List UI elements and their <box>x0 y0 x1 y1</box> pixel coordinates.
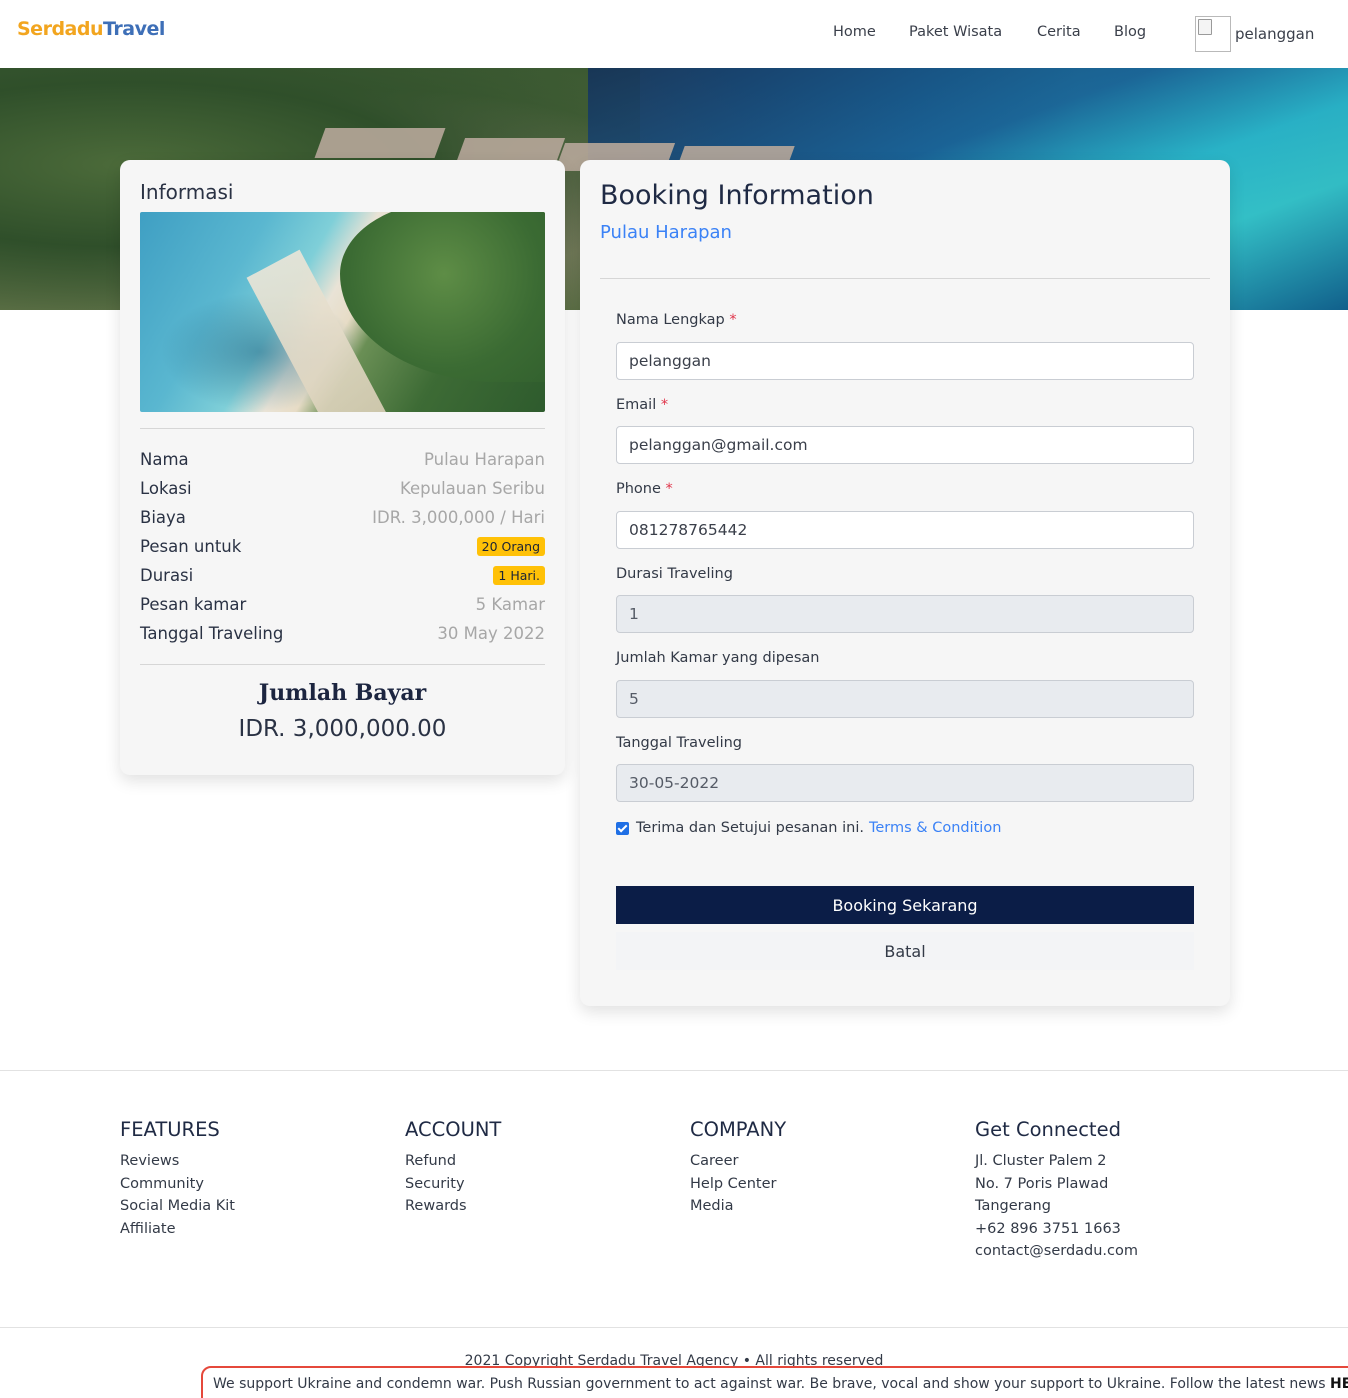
duration-badge: 1 Hari. <box>493 566 545 585</box>
required-mark: * <box>660 397 669 413</box>
footer-link-rewards[interactable]: Rewards <box>405 1195 501 1218</box>
footer-company: COMPANY Career Help Center Media <box>690 1118 786 1218</box>
info-title: Informasi <box>140 180 234 204</box>
name-label: Nama Lengkap * <box>616 312 737 328</box>
footer-features: FEATURES Reviews Community Social Media … <box>120 1118 235 1240</box>
phone-label: Phone * <box>616 481 673 497</box>
broken-image-icon <box>1195 16 1231 52</box>
user-menu[interactable]: pelanggan <box>1195 16 1314 52</box>
pay-amount: IDR. 3,000,000.00 <box>238 716 447 742</box>
rooms-label: Jumlah Kamar yang dipesan <box>616 650 820 666</box>
people-badge: 20 Orang <box>476 537 545 556</box>
booking-card: Booking Information Pulau Harapan Nama L… <box>580 160 1230 1006</box>
footer-phone: +62 896 3751 1663 <box>975 1220 1121 1237</box>
info-label: Durasi <box>140 566 194 585</box>
info-value: Kepulauan Seribu <box>400 479 545 498</box>
brand-logo[interactable]: SerdaduTravel <box>17 18 165 40</box>
info-divider <box>140 428 545 429</box>
footer-address-line: Tangerang <box>975 1198 1051 1214</box>
duration-field: 1 <box>616 595 1194 633</box>
footer-link-refund[interactable]: Refund <box>405 1150 501 1173</box>
nav-blog[interactable]: Blog <box>1114 24 1146 40</box>
name-label-text: Nama Lengkap <box>616 312 725 328</box>
agree-text: Terima dan Setujui pesanan ini. <box>636 820 864 836</box>
phone-field[interactable]: 081278765442 <box>616 511 1194 549</box>
footer-connected: Get Connected Jl. Cluster Palem 2 No. 7 … <box>975 1118 1138 1263</box>
info-value: IDR. 3,000,000 / Hari <box>372 508 545 527</box>
footer-link-community[interactable]: Community <box>120 1173 235 1196</box>
footer-heading: COMPANY <box>690 1118 787 1141</box>
info-label: Pesan kamar <box>140 595 247 614</box>
brand-logo-part1: Serdadu <box>17 18 104 40</box>
booking-submit-button[interactable]: Booking Sekarang <box>616 886 1194 924</box>
booking-title: Booking Information <box>600 180 874 211</box>
footer-link-help-center[interactable]: Help Center <box>690 1173 786 1196</box>
footer-link-career[interactable]: Career <box>690 1150 786 1173</box>
info-row-pesan-untuk: Pesan untuk 20 Orang <box>140 532 545 561</box>
info-row-biaya: Biaya IDR. 3,000,000 / Hari <box>140 503 545 532</box>
info-label: Nama <box>140 450 189 469</box>
footer-link-media[interactable]: Media <box>690 1195 786 1218</box>
info-value: Pulau Harapan <box>424 450 545 469</box>
footer-heading: FEATURES <box>120 1118 220 1141</box>
ukraine-banner-link[interactable]: HERE <box>1330 1376 1348 1392</box>
ukraine-banner-text: We support Ukraine and condemn war. Push… <box>213 1376 1326 1392</box>
info-divider <box>140 664 545 665</box>
rooms-field: 5 <box>616 680 1194 718</box>
phone-label-text: Phone <box>616 481 661 497</box>
date-label: Tanggal Traveling <box>616 735 742 751</box>
footer-divider <box>0 1070 1348 1071</box>
brand-logo-part2: Travel <box>103 18 165 40</box>
user-name: pelanggan <box>1235 25 1315 43</box>
destination-photo <box>140 212 545 412</box>
booking-divider <box>600 278 1210 279</box>
required-mark: * <box>665 481 673 497</box>
required-mark: * <box>729 312 737 328</box>
nav-paket-wisata[interactable]: Paket Wisata <box>909 24 1002 40</box>
photo-forest <box>340 212 545 382</box>
terms-link[interactable]: Terms & Condition <box>869 820 1001 836</box>
info-row-tanggal: Tanggal Traveling 30 May 2022 <box>140 619 545 648</box>
footer-divider <box>0 1327 1348 1328</box>
email-field[interactable]: pelanggan@gmail.com <box>616 426 1194 464</box>
info-label: Biaya <box>140 508 186 527</box>
hero-roof <box>314 128 446 158</box>
pay-title: Jumlah Bayar <box>258 680 427 706</box>
name-field[interactable]: pelanggan <box>616 342 1194 380</box>
footer-address-line: No. 7 Poris Plawad <box>975 1175 1109 1192</box>
footer-link-social-media-kit[interactable]: Social Media Kit <box>120 1195 235 1218</box>
footer-link-security[interactable]: Security <box>405 1173 501 1196</box>
info-label: Pesan untuk <box>140 537 242 556</box>
checkbox-checked-icon[interactable] <box>616 821 629 835</box>
date-field: 30-05-2022 <box>616 764 1194 802</box>
navbar: SerdaduTravel Home Paket Wisata Cerita B… <box>0 0 1348 68</box>
footer-address-line: Jl. Cluster Palem 2 <box>975 1153 1107 1169</box>
info-label: Lokasi <box>140 479 192 498</box>
info-label: Tanggal Traveling <box>140 624 284 643</box>
footer-heading: ACCOUNT <box>405 1118 502 1141</box>
footer-email[interactable]: contact@serdadu.com <box>975 1240 1138 1263</box>
nav-home[interactable]: Home <box>833 24 876 40</box>
email-label-text: Email <box>616 397 657 413</box>
nav-cerita[interactable]: Cerita <box>1037 24 1081 40</box>
info-value: 5 Kamar <box>475 595 545 614</box>
info-row-nama: Nama Pulau Harapan <box>140 445 545 474</box>
ukraine-support-banner: We support Ukraine and condemn war. Push… <box>201 1366 1348 1398</box>
footer-link-affiliate[interactable]: Affiliate <box>120 1218 235 1241</box>
info-row-lokasi: Lokasi Kepulauan Seribu <box>140 474 545 503</box>
footer-account: ACCOUNT Refund Security Rewards <box>405 1118 501 1218</box>
info-row-pesan-kamar: Pesan kamar 5 Kamar <box>140 590 545 619</box>
booking-destination: Pulau Harapan <box>600 222 732 243</box>
duration-label: Durasi Traveling <box>616 566 733 582</box>
footer-heading: Get Connected <box>975 1118 1121 1141</box>
agree-row: Terima dan Setujui pesanan ini. Terms & … <box>616 820 1001 836</box>
footer-link-reviews[interactable]: Reviews <box>120 1150 235 1173</box>
info-card: Informasi Nama Pulau Harapan Lokasi Kepu… <box>120 160 565 775</box>
info-value: 30 May 2022 <box>437 624 545 643</box>
email-label: Email * <box>616 397 668 413</box>
info-row-durasi: Durasi 1 Hari. <box>140 561 545 590</box>
cancel-button[interactable]: Batal <box>616 932 1194 970</box>
